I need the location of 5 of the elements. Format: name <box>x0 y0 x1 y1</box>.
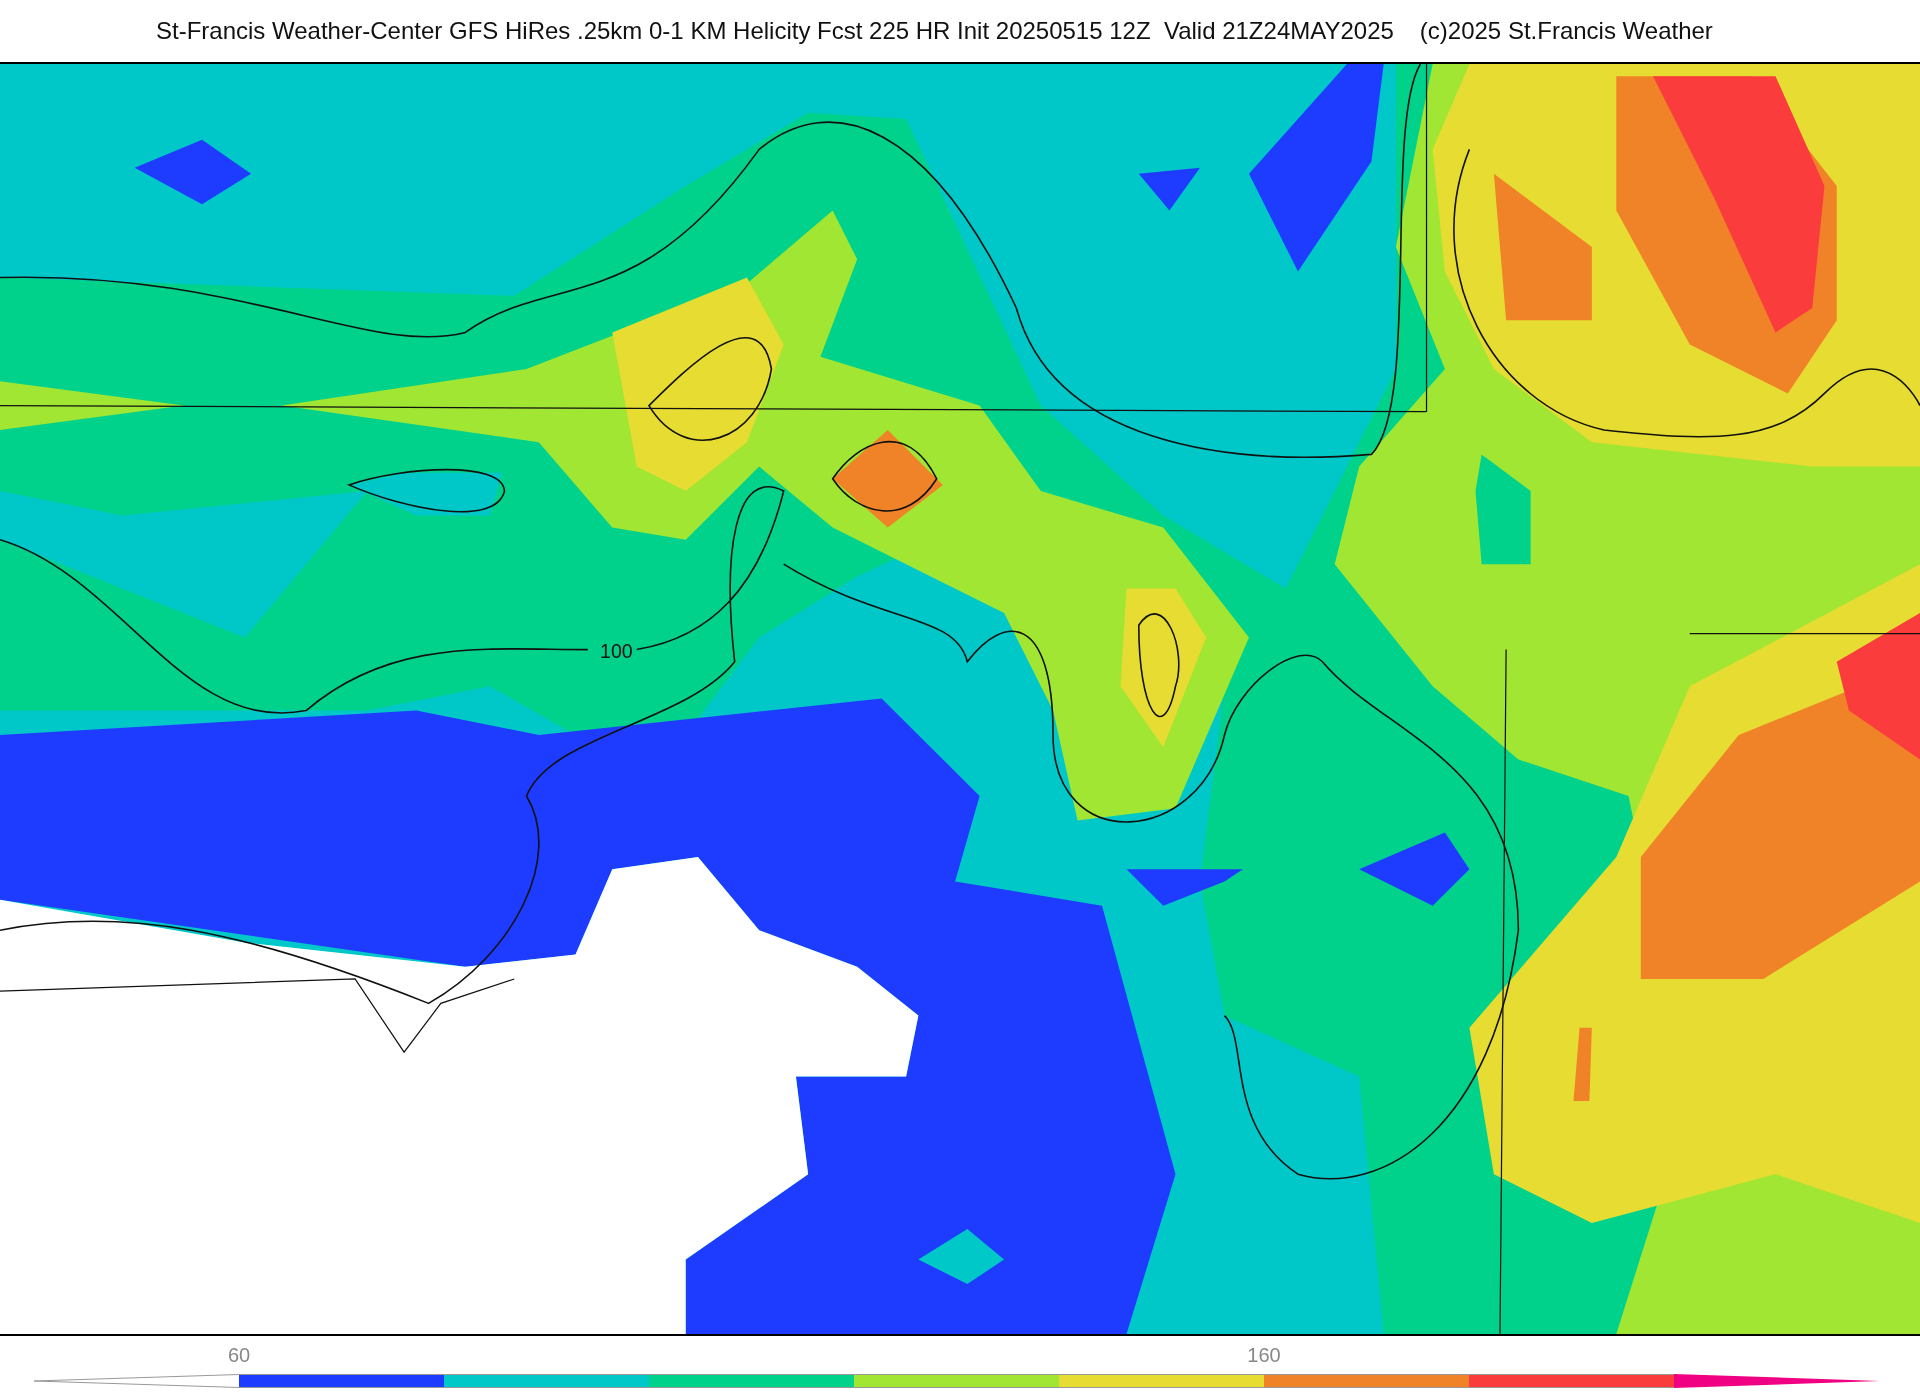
colorbar-label: 60 <box>227 1344 251 1367</box>
chart-title: St-Francis Weather-Center GFS HiRes .25km 0-1 KM Helicity Fcst 225 HR Init 20250515 12Z Valid 21Z24MAY2025 <box>156 17 1394 45</box>
copyright-text: (c)2025 St.Francis Weather <box>1419 17 1713 45</box>
contour-label: 100 <box>600 640 633 663</box>
colorbar-label: 160 <box>1247 1344 1281 1367</box>
